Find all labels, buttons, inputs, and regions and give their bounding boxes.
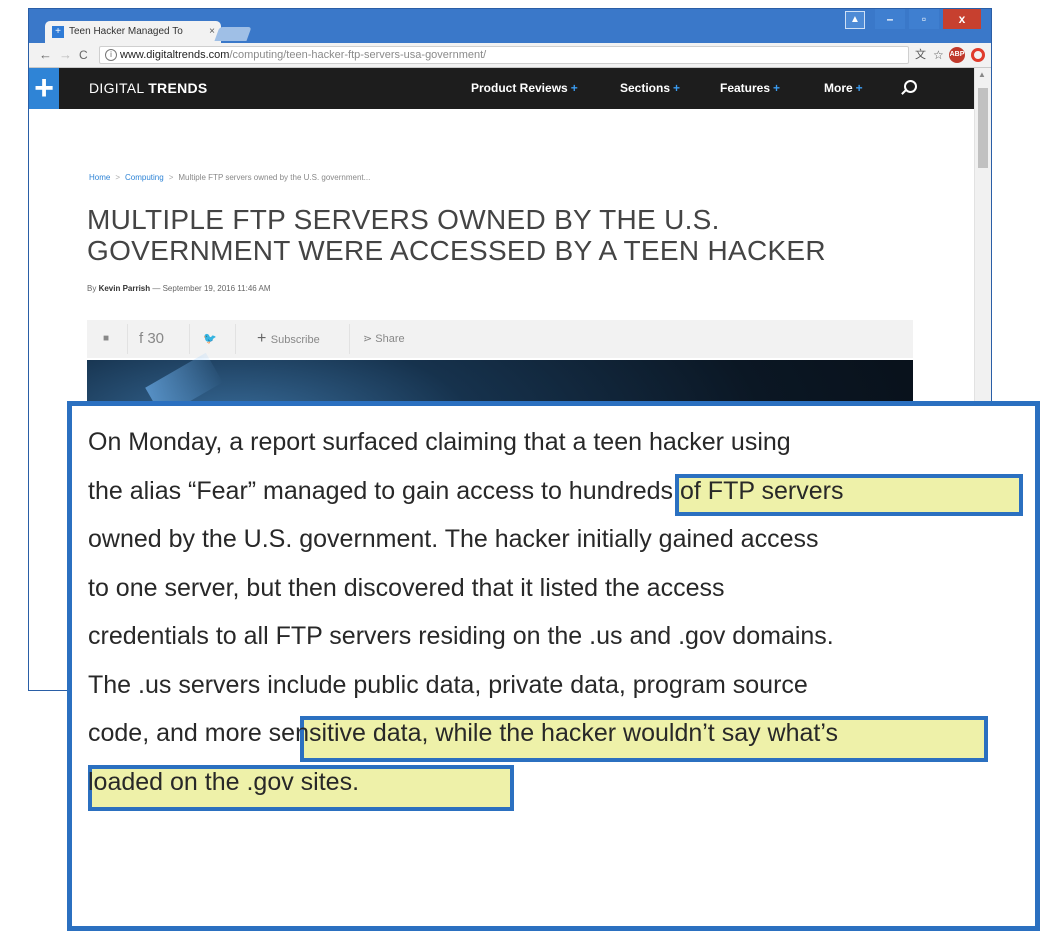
share-icon: ⋗ — [363, 333, 376, 345]
adblock-icon[interactable]: ABP — [949, 47, 965, 63]
author-link[interactable]: Kevin Parrish — [99, 284, 151, 293]
facebook-count: 30 — [147, 330, 165, 347]
breadcrumb-current: Multiple FTP servers owned by the U.S. g… — [178, 173, 371, 182]
publish-date: — September 19, 2016 11:46 AM — [150, 284, 271, 293]
subscribe-button[interactable]: + Subscribe — [257, 320, 320, 359]
search-icon[interactable] — [904, 80, 917, 93]
nav-plus-icon: + — [673, 81, 681, 95]
excerpt-line: On Monday, a report surfaced claiming th… — [88, 428, 791, 456]
excerpt-line: to one server, but then discovered that … — [88, 573, 725, 602]
byline-prefix: By — [87, 284, 99, 293]
excerpt-line: loaded on the .gov sites. — [88, 767, 360, 796]
nav-plus-icon: + — [855, 81, 863, 95]
breadcrumb: Home > Computing > Multiple FTP servers owne… — [89, 173, 370, 182]
excerpt-line: credentials to all FTP servers residing … — [88, 622, 834, 650]
address-bar[interactable]: i www.digitaltrends.com/computing/teen-h… — [99, 46, 909, 64]
subscribe-label: Subscribe — [270, 334, 320, 346]
nav-label: Product Reviews — [471, 81, 568, 95]
brand-bold: TRENDS — [148, 80, 208, 96]
facebook-share-button[interactable]: f 30 — [139, 320, 164, 358]
profile-icon[interactable]: ▲ — [845, 11, 865, 29]
plus-icon: + — [257, 330, 271, 347]
share-button[interactable]: ⋗ Share — [363, 320, 405, 358]
nav-plus-icon: + — [570, 81, 578, 95]
browser-tab[interactable]: + Teen Hacker Managed To × — [45, 21, 221, 43]
zoom-callout: On Monday, a report surfaced claiming th… — [67, 401, 1040, 931]
nav-product-reviews[interactable]: Product Reviews + — [471, 68, 578, 109]
favicon-icon: + — [52, 26, 64, 38]
breadcrumb-sep: > — [168, 173, 174, 182]
back-icon[interactable]: ← — [39, 45, 52, 65]
divider — [127, 324, 128, 354]
breadcrumb-home[interactable]: Home — [89, 173, 110, 182]
forward-icon[interactable]: → — [59, 45, 72, 65]
minimize-button[interactable]: – — [875, 9, 905, 29]
url-path: /computing/teen-hacker-ftp-servers-usa-g… — [229, 49, 487, 61]
url-host: www.digitaltrends.com — [120, 49, 230, 61]
scroll-up-icon[interactable]: ▲ — [978, 70, 986, 79]
scroll-thumb[interactable] — [978, 88, 988, 168]
digital-trends-logo-icon[interactable]: + — [29, 68, 59, 109]
browser-toolbar: ← → C i www.digitaltrends.com/computing/… — [29, 43, 991, 68]
nav-features[interactable]: Features + — [720, 68, 780, 109]
divider — [235, 324, 236, 354]
divider — [189, 324, 190, 354]
byline: By Kevin Parrish — September 19, 2016 11… — [87, 284, 271, 293]
bookmark-star-icon[interactable]: ☆ — [933, 46, 944, 64]
excerpt-line: The .us servers include public data, pri… — [88, 670, 808, 699]
maximize-button[interactable]: ▫ — [909, 9, 939, 29]
divider — [349, 324, 350, 354]
nav-label: More — [824, 81, 853, 95]
tab-title: Teen Hacker Managed To — [69, 26, 183, 37]
new-tab-button[interactable] — [214, 27, 252, 41]
close-window-button[interactable]: x — [943, 9, 981, 29]
article-headline: MULTIPLE FTP SERVERS OWNED BY THE U.S. G… — [87, 204, 826, 266]
excerpt-line: owned by the U.S. government. The hacker… — [88, 525, 819, 553]
share-bar: ■ f 30 🐦 + Subscribe ⋗ Share — [87, 320, 913, 358]
opera-icon[interactable] — [971, 48, 985, 62]
brand-light: DIGITAL — [89, 80, 149, 96]
article-excerpt: On Monday, a report surfaced claiming th… — [88, 418, 1028, 806]
translate-icon[interactable]: 文 — [915, 46, 926, 64]
reload-icon[interactable]: C — [79, 45, 88, 65]
breadcrumb-computing[interactable]: Computing — [125, 173, 164, 182]
site-brand[interactable]: DIGITAL TRENDS — [89, 68, 208, 109]
nav-label: Features — [720, 81, 771, 95]
share-label: Share — [375, 333, 405, 345]
site-header: + DIGITAL TRENDS Product Reviews + Sectio… — [29, 68, 975, 109]
excerpt-line: the alias “Fear” managed to gain access … — [88, 476, 844, 505]
nav-more[interactable]: More + — [824, 68, 863, 109]
excerpt-line: code, and more sensitive data, while the… — [88, 719, 838, 747]
site-info-icon[interactable]: i — [105, 49, 117, 61]
nav-label: Sections — [620, 81, 671, 95]
nav-sections[interactable]: Sections + — [620, 68, 680, 109]
breadcrumb-sep: > — [115, 173, 121, 182]
comment-icon[interactable]: ■ — [103, 320, 109, 358]
tab-strip: + Teen Hacker Managed To × ▲ – ▫ x — [29, 9, 991, 43]
nav-plus-icon: + — [773, 81, 781, 95]
